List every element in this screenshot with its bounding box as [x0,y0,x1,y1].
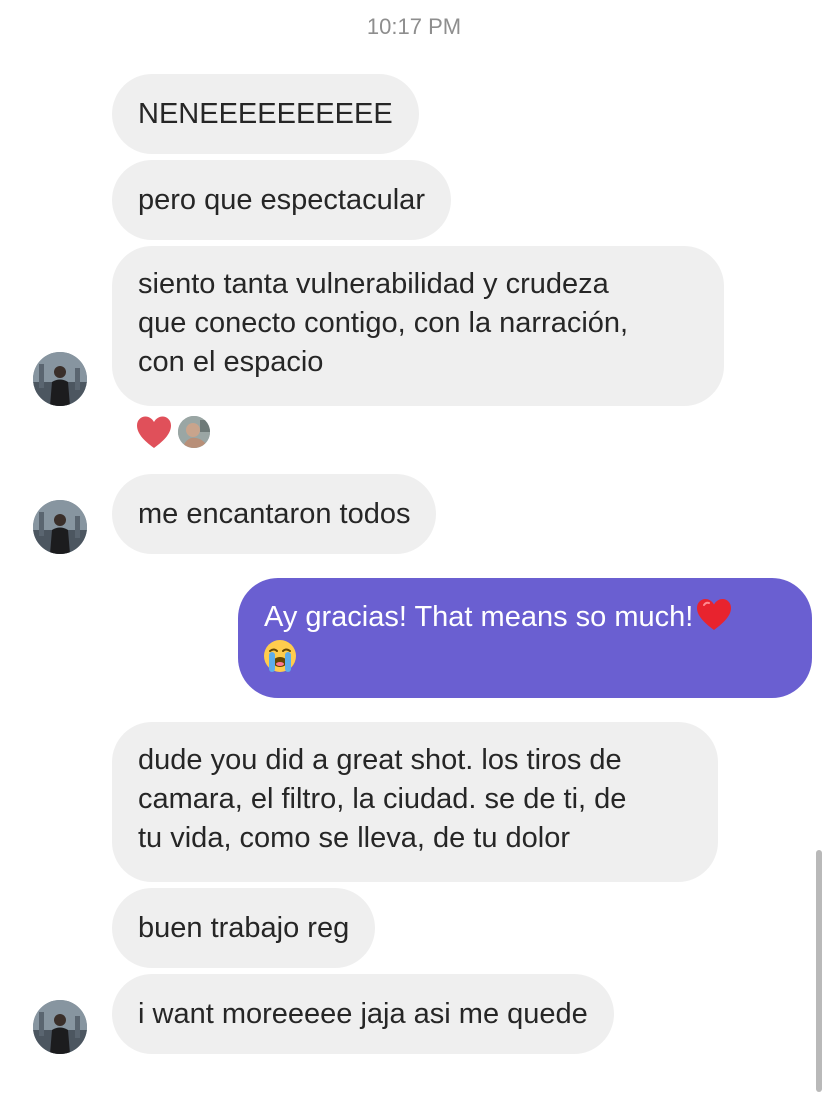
message-line: con el espacio [138,346,324,378]
sent-message-bubble[interactable]: Ay gracias! That means so much! [238,578,812,698]
message-text: pero que espectacular [138,183,425,216]
message-line: tu vida, como se lleva, de tu dolor [138,822,571,854]
heart-icon[interactable] [135,414,173,452]
avatar-photo [33,500,87,554]
sender-avatar[interactable] [33,352,87,406]
message-line: siento tanta vulnerabilidad y crudeza [138,268,609,300]
received-message-bubble[interactable]: i want moreeeee jaja asi me quede [112,974,614,1054]
received-message-bubble[interactable]: siento tanta vulnerabilidad y crudeza qu… [112,246,724,406]
message-text: me encantaron todos [138,497,411,530]
loudly-crying-face-emoji [264,640,296,673]
red-heart-emoji [697,599,732,631]
avatar-photo [33,1000,87,1054]
message-text: i want moreeeee jaja asi me quede [138,997,588,1030]
message-text: NENEEEEEEEEEE [138,97,393,130]
reactor-avatar-photo [178,416,210,448]
message-timestamp: 10:17 PM [366,14,462,39]
scrollbar[interactable] [816,850,822,1092]
message-line: Ay gracias! That means so much! [264,598,786,637]
message-text: buen trabajo reg [138,911,350,944]
received-message-bubble[interactable]: me encantaron todos [112,474,437,554]
reactor-avatar[interactable] [177,415,211,449]
received-message-bubble[interactable]: pero que espectacular [112,160,451,240]
received-message-bubble[interactable]: NENEEEEEEEEEE [112,74,419,154]
received-message-bubble[interactable]: dude you did a great shot. los tiros de … [112,722,718,882]
message-line: dude you did a great shot. los tiros de [138,744,622,776]
received-message-bubble[interactable]: buen trabajo reg [112,888,376,968]
message-line: camara, el filtro, la ciudad. se de ti, … [138,783,627,815]
avatar-photo [33,352,87,406]
message-text: Ay gracias! That means so much! [264,601,694,633]
message-line [264,637,786,676]
message-line: que conecto contigo, con la narración, [138,307,629,339]
sender-avatar[interactable] [33,1000,87,1054]
sender-avatar[interactable] [33,500,87,554]
